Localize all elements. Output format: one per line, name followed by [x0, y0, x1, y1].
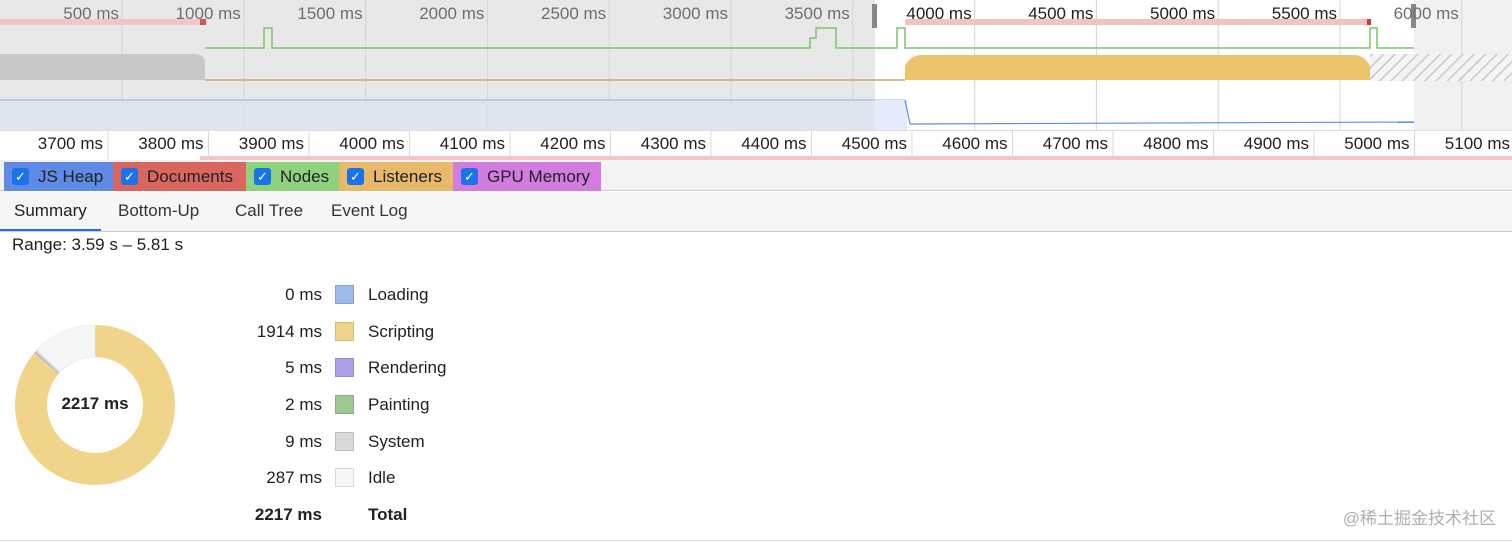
- legend-name: Scripting: [368, 322, 435, 341]
- checkbox-icon[interactable]: ✓: [121, 168, 138, 185]
- overview-time-label: 1500 ms: [297, 4, 363, 23]
- legend-name: Painting: [368, 395, 430, 414]
- legend-value: 5 ms: [285, 358, 322, 377]
- timeline-ruler: 3700 ms 3800 ms 3900 ms 4000 ms 4100 ms 4200 …: [0, 130, 1512, 161]
- tab-call-tree[interactable]: Call Tree: [221, 192, 317, 231]
- legend-total-value: 2217 ms: [254, 505, 322, 524]
- legend-swatch: [335, 285, 354, 304]
- legend-row-system: 9 ms System: [0, 430, 520, 454]
- ruler-time-label: 3900 ms: [238, 134, 304, 153]
- range-text: Range: 3.59 s – 5.81 s: [12, 235, 184, 254]
- legend-value: 9 ms: [285, 432, 322, 451]
- legend-value: 2 ms: [285, 395, 322, 414]
- ruler-time-label: 4500 ms: [841, 134, 907, 153]
- overview-time-label: 2500 ms: [540, 4, 607, 23]
- ruler-time-label: 3700 ms: [37, 134, 103, 153]
- ruler-time-label: 4100 ms: [439, 134, 505, 153]
- legend-name: Rendering: [368, 358, 447, 377]
- ruler-time-label: 4300 ms: [640, 134, 706, 153]
- checkbox-icon[interactable]: ✓: [461, 168, 478, 185]
- overview-time-label: 5500 ms: [1271, 4, 1337, 23]
- ruler-time-label: 4000 ms: [339, 134, 405, 153]
- checkbox-icon[interactable]: ✓: [12, 168, 29, 185]
- counter-js-heap[interactable]: ✓ JS Heap: [4, 162, 113, 191]
- counter-label: JS Heap: [38, 166, 104, 186]
- ruler-time-label: 4700 ms: [1042, 134, 1108, 153]
- legend-row-painting: 2 ms Painting: [0, 393, 520, 417]
- legend-row-total: 2217 ms Total: [0, 503, 520, 527]
- overview-time-label: 4500 ms: [1028, 4, 1094, 23]
- legend-swatch: [335, 322, 354, 341]
- legend-row-idle: 287 ms Idle: [0, 466, 520, 490]
- counter-documents[interactable]: ✓ Documents: [113, 162, 246, 191]
- counter-gpu-memory[interactable]: ✓ GPU Memory: [453, 162, 601, 191]
- legend-name: System: [368, 432, 425, 451]
- legend-name: Idle: [368, 468, 396, 487]
- overview-time-label: 3000 ms: [662, 4, 728, 23]
- counter-label: GPU Memory: [487, 166, 590, 186]
- counter-nodes[interactable]: ✓ Nodes: [246, 162, 339, 191]
- overview-time-label: 5000 ms: [1149, 4, 1216, 23]
- legend-swatch: [335, 432, 354, 451]
- tab-event-log[interactable]: Event Log: [317, 192, 422, 231]
- ruler-time-label: 4900 ms: [1243, 134, 1309, 153]
- legend-value: 0 ms: [285, 285, 322, 304]
- ruler-time-label: 4800 ms: [1143, 134, 1209, 153]
- divider: [0, 540, 1512, 541]
- legend-row-rendering: 5 ms Rendering: [0, 356, 520, 380]
- counter-label: Documents: [147, 166, 233, 186]
- counter-listeners[interactable]: ✓ Listeners: [339, 162, 453, 191]
- overview-time-label: 6000 ms: [1393, 4, 1459, 23]
- legend-total-name: Total: [368, 505, 408, 524]
- overview-time-label: 2000 ms: [419, 4, 485, 23]
- legend-swatch: [335, 395, 354, 414]
- counter-toggles: ✓ JS Heap ✓ Documents ✓ Nodes ✓ Listener…: [0, 160, 1512, 191]
- tab-summary[interactable]: Summary: [0, 192, 101, 231]
- overview-time-label: 500 ms: [63, 4, 119, 23]
- ruler-time-label: 5000 ms: [1344, 134, 1410, 153]
- legend-name: Loading: [368, 285, 429, 304]
- overview-time-label: 4000 ms: [906, 4, 972, 23]
- counter-label: Nodes: [280, 166, 330, 186]
- ruler-time-label: 4600 ms: [942, 134, 1008, 153]
- tab-bottom-up[interactable]: Bottom-Up: [104, 192, 213, 231]
- legend-row-loading: 0 ms Loading: [0, 283, 520, 307]
- legend-swatch: [335, 358, 354, 377]
- counter-label: Listeners: [373, 166, 442, 186]
- ruler-time-label: 4400 ms: [741, 134, 807, 153]
- details-tabbar: Summary Bottom-Up Call Tree Event Log: [0, 192, 1512, 232]
- legend-value: 287 ms: [266, 468, 322, 487]
- overview-time-label: 3500 ms: [784, 4, 850, 23]
- ruler-time-label: 3800 ms: [138, 134, 204, 153]
- timeline-overview[interactable]: 500 ms 1000 ms 1500 ms 2000 ms 2500 ms 3000 m…: [0, 0, 1512, 130]
- watermark: @稀土掘金技术社区: [1342, 509, 1496, 528]
- checkbox-icon[interactable]: ✓: [254, 168, 271, 185]
- legend-row-scripting: 1914 ms Scripting: [0, 320, 520, 344]
- ruler-time-label: 5100 ms: [1444, 134, 1510, 153]
- legend-value: 1914 ms: [256, 322, 322, 341]
- checkbox-icon[interactable]: ✓: [347, 168, 364, 185]
- overview-time-label: 1000 ms: [175, 4, 241, 23]
- legend-swatch: [335, 468, 354, 487]
- ruler-time-label: 4200 ms: [540, 134, 606, 153]
